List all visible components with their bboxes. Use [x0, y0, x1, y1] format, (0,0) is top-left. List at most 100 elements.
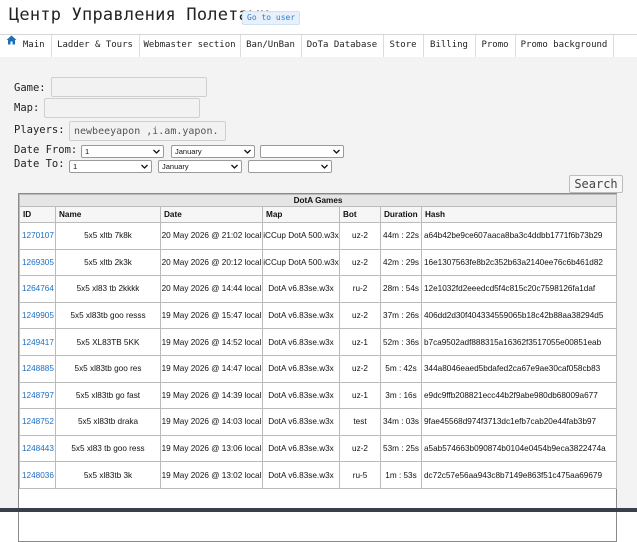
game-date: 19 May 2026 @ 14:52 local — [160, 328, 263, 356]
game-hash: dc72c57e56aa943c8b7149e863f51c475aa69679 — [420, 461, 618, 489]
game-id-link[interactable]: 1269305 — [19, 248, 56, 277]
game-hash: 9fae45568d974f3713dc1efb7cab20e44fab3b97 — [420, 408, 618, 436]
game-date: 20 May 2026 @ 14:44 local — [160, 275, 263, 303]
table-row: 1248752 5x5 xl83tb draka 19 May 2026 @ 1… — [19, 408, 618, 436]
game-bot: test — [339, 408, 381, 436]
game-id-link[interactable]: 1248443 — [19, 434, 56, 463]
date-from-label: Date From: — [14, 144, 78, 156]
game-duration: 44m : 22s — [380, 222, 422, 250]
table-row: 1248036 5x5 xl83tb 3k 19 May 2026 @ 13:0… — [19, 461, 618, 489]
game-bot: uz-2 — [339, 248, 381, 277]
game-map: DotA v6.83se.w3x — [262, 461, 340, 489]
game-date: 19 May 2026 @ 13:02 local — [160, 461, 263, 489]
table-caption: DotA Games — [18, 194, 618, 207]
game-map: DotA v6.83se.w3x — [262, 275, 340, 303]
date-to-month-select[interactable]: January — [158, 160, 242, 173]
date-from-month-select[interactable]: January — [171, 145, 255, 158]
column-header-id: ID — [19, 206, 56, 223]
column-header-map: Map — [262, 206, 340, 223]
game-id-link[interactable]: 1270107 — [19, 222, 56, 250]
nav-item-label: Ban/UnBan — [246, 40, 295, 50]
game-bot: uz-2 — [339, 301, 381, 330]
column-header-bot: Bot — [339, 206, 381, 223]
nav-item-main[interactable]: Main — [0, 35, 52, 57]
game-map: iCCup DotA 500.w3x — [262, 222, 340, 250]
go-to-user-link[interactable]: Go to user — [242, 11, 301, 25]
nav-item-label: Store — [389, 40, 417, 50]
nav-item-promo-background[interactable]: Promo background — [515, 35, 614, 57]
game-input[interactable] — [51, 77, 207, 97]
game-hash: e9dc9ffb208821ecc44b2f9abe980db68009a677 — [420, 381, 618, 410]
game-name: 5x5 xl83tb goo resss — [55, 301, 161, 330]
nav-item-label: Webmaster section — [143, 40, 236, 50]
date-to-day-select[interactable]: 1 — [69, 160, 152, 173]
game-id-link[interactable]: 1249417 — [19, 328, 56, 356]
nav-item-label: Billing — [430, 40, 468, 50]
game-map: iCCup DotA 500.w3x — [262, 248, 340, 277]
game-name: 5x5 xl83tb goo res — [55, 354, 161, 383]
map-label: Map: — [14, 102, 40, 114]
nav-item-billing[interactable]: Billing — [423, 35, 476, 57]
nav-item-label: Main — [22, 40, 45, 50]
home-icon — [6, 33, 17, 54]
game-map: DotA v6.83se.w3x — [262, 354, 340, 383]
game-bot: uz-2 — [339, 354, 381, 383]
game-name: 5x5 xltb 7k8k — [55, 222, 161, 250]
players-label: Players: — [14, 124, 65, 136]
game-id-link[interactable]: 1249905 — [19, 301, 56, 330]
game-name: 5x5 xl83tb draka — [55, 408, 161, 436]
game-name: 5x5 XL83TB 5KK — [55, 328, 161, 356]
date-to-label: Date To: — [14, 158, 65, 170]
game-id-link[interactable]: 1248797 — [19, 381, 56, 410]
nav-item-webmaster[interactable]: Webmaster section — [139, 35, 241, 57]
game-date: 20 May 2026 @ 20:12 local — [160, 248, 263, 277]
game-name: 5x5 xl83 tb goo ress — [55, 434, 161, 463]
game-hash: 16e1307563fe8b2c352b63a2140ee76c6b461d82 — [420, 248, 618, 277]
game-hash: 406dd2d30f404334559065b18c42b88aa38294d5 — [420, 301, 618, 330]
nav-item-dota-database[interactable]: DoTa Database — [301, 35, 384, 57]
date-from-year-select[interactable] — [260, 145, 344, 158]
table-row: 1249417 5x5 XL83TB 5KK 19 May 2026 @ 14:… — [19, 328, 618, 356]
game-duration: 37m : 26s — [380, 301, 422, 330]
date-from-day-select[interactable]: 1 — [81, 145, 164, 158]
game-hash: b7ca9502adf888315a16362f3517055e00851eab — [420, 328, 618, 356]
game-bot: uz-2 — [339, 434, 381, 463]
search-button[interactable]: Search — [569, 175, 623, 193]
nav-item-ban-unban[interactable]: Ban/UnBan — [240, 35, 302, 57]
game-name: 5x5 xl83tb go fast — [55, 381, 161, 410]
game-map: DotA v6.83se.w3x — [262, 434, 340, 463]
nav-item-ladder-tours[interactable]: Ladder & Tours — [51, 35, 140, 57]
game-bot: uz-1 — [339, 328, 381, 356]
date-to-year-select[interactable] — [248, 160, 332, 173]
select-value: January — [175, 147, 202, 156]
nav-item-label: Promo background — [520, 40, 608, 50]
game-date: 19 May 2026 @ 14:39 local — [160, 381, 263, 410]
chevron-down-icon — [333, 149, 340, 154]
bottom-edge — [0, 508, 637, 512]
game-duration: 52m : 36s — [380, 328, 422, 356]
nav-item-label: DoTa Database — [306, 40, 378, 50]
game-id-link[interactable]: 1248752 — [19, 408, 56, 436]
game-duration: 53m : 25s — [380, 434, 422, 463]
game-date: 20 May 2026 @ 21:02 local — [160, 222, 263, 250]
game-duration: 42m : 29s — [380, 248, 422, 277]
map-input[interactable] — [44, 98, 200, 118]
table-row: 1264764 5x5 xl83 tb 2kkkk 20 May 2026 @ … — [19, 275, 618, 303]
chevron-down-icon — [321, 164, 328, 169]
nav-item-store[interactable]: Store — [383, 35, 424, 57]
game-duration: 34m : 03s — [380, 408, 422, 436]
game-hash: a5ab574663b090874b0104e0454b9eca3822474a — [420, 434, 618, 463]
column-header-date: Date — [160, 206, 263, 223]
select-value: 1 — [73, 162, 78, 171]
nav-item-label: Ladder & Tours — [57, 40, 133, 50]
game-id-link[interactable]: 1248885 — [19, 354, 56, 383]
game-id-link[interactable]: 1248036 — [19, 461, 56, 489]
game-bot: ru-5 — [339, 461, 381, 489]
players-input[interactable]: newbeeyapon ,i.am.yapon. — [69, 121, 226, 141]
game-id-link[interactable]: 1264764 — [19, 275, 56, 303]
game-duration: 1m : 53s — [380, 461, 422, 489]
games-table: DotA Games ID Name Date Map Bot Duration… — [18, 193, 618, 542]
nav-item-promo[interactable]: Promo — [475, 35, 516, 57]
nav-item-label: Promo — [481, 40, 509, 50]
chevron-down-icon — [231, 164, 238, 169]
